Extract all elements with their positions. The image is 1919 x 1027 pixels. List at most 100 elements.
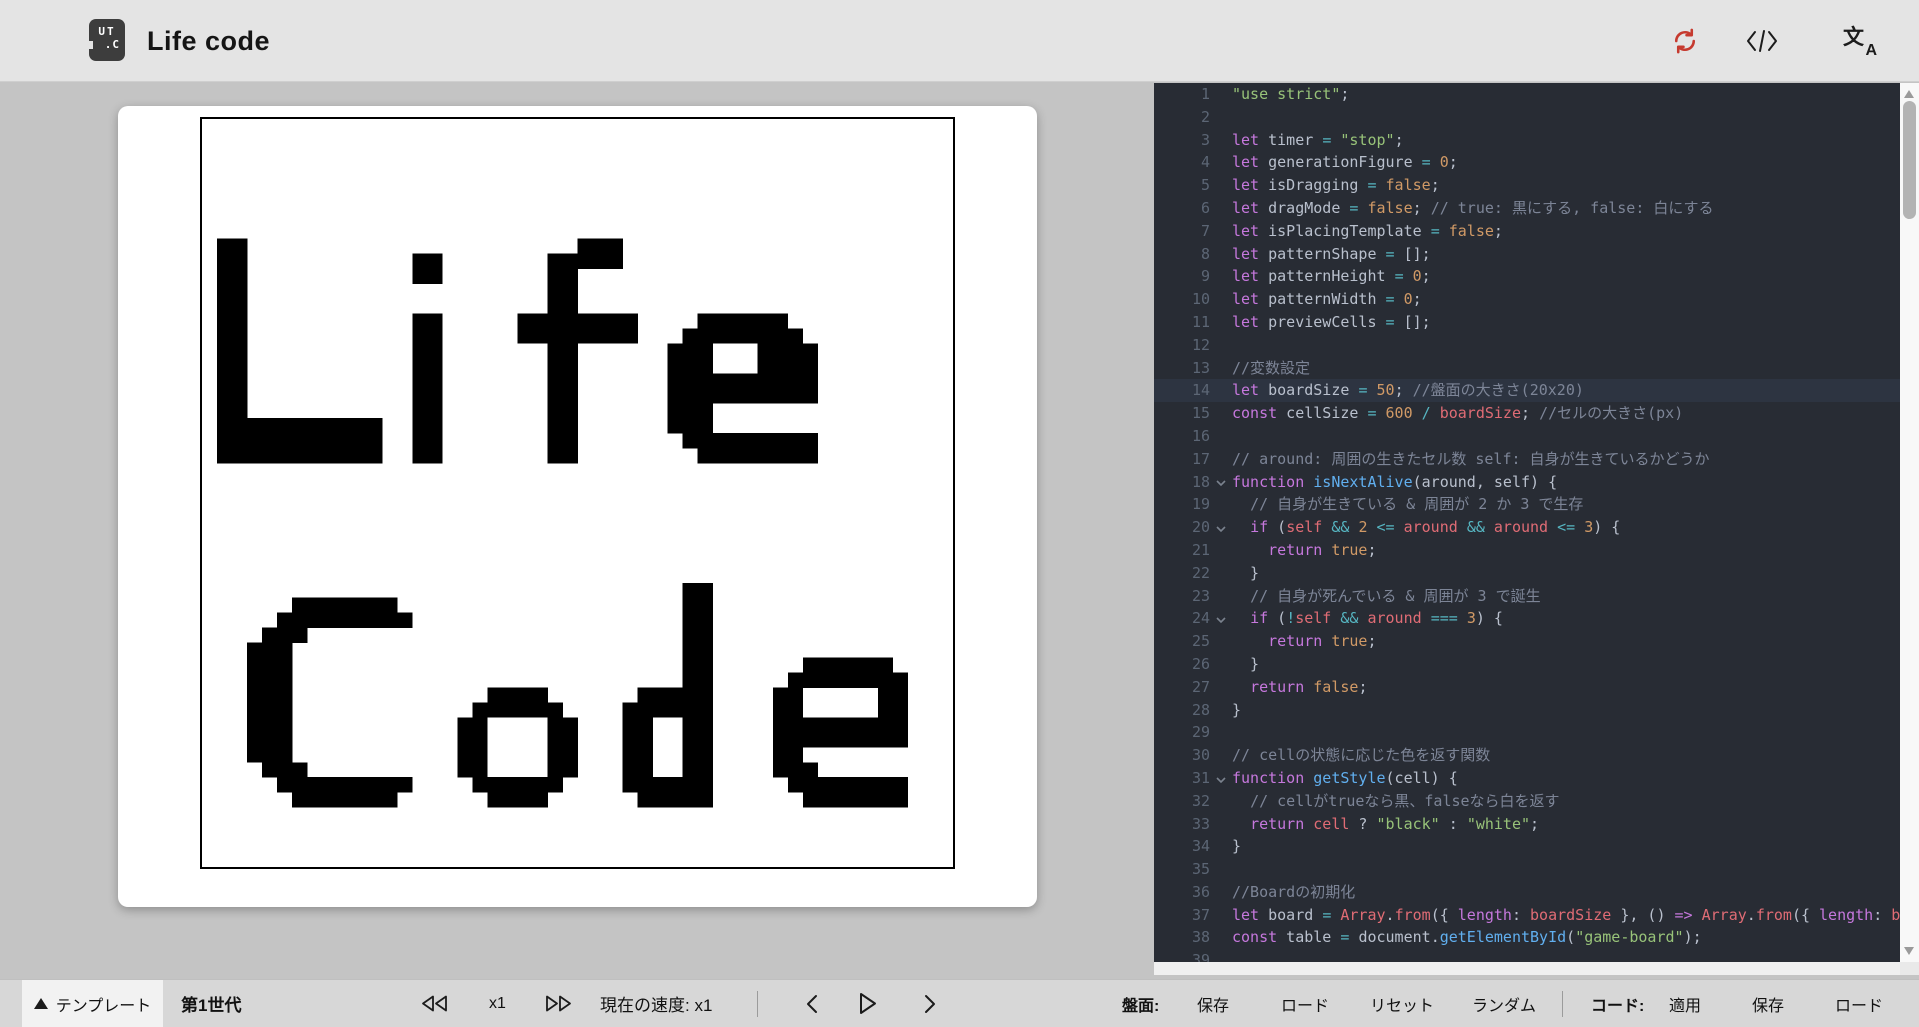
speed-x1-button[interactable]: x1 [489, 980, 506, 1027]
scroll-up-icon[interactable] [1904, 90, 1914, 98]
code-line[interactable]: 36//Boardの初期化 [1154, 881, 1900, 904]
code-line[interactable]: 25 return true; [1154, 630, 1900, 653]
code-line[interactable]: 35 [1154, 858, 1900, 881]
line-number: 32 [1154, 790, 1210, 813]
code-line[interactable]: 26 } [1154, 653, 1900, 676]
code-text [1232, 334, 1900, 357]
board-save-button[interactable]: 保存 [1197, 980, 1229, 1027]
editor-horizontal-scrollbar[interactable] [1154, 962, 1900, 975]
play-button[interactable] [858, 980, 878, 1027]
fold-chevron-icon[interactable] [1210, 607, 1232, 630]
code-save-button[interactable]: 保存 [1752, 980, 1784, 1027]
template-button[interactable]: テンプレート [22, 980, 163, 1027]
code-line[interactable]: 21 return true; [1154, 539, 1900, 562]
prev-generation-button[interactable] [806, 980, 818, 1027]
fold-gutter [1210, 265, 1232, 288]
code-icon[interactable] [1745, 0, 1779, 82]
line-number: 36 [1154, 881, 1210, 904]
code-line[interactable]: 28} [1154, 699, 1900, 722]
board-load-button[interactable]: ロード [1281, 980, 1329, 1027]
code-lines[interactable]: 1"use strict";23let timer = "stop";4let … [1154, 83, 1900, 972]
rewind-button[interactable] [421, 980, 448, 1027]
code-line[interactable]: 3let timer = "stop"; [1154, 129, 1900, 152]
board-reset-button[interactable]: リセット [1370, 980, 1434, 1027]
line-number: 5 [1154, 174, 1210, 197]
editor-vertical-scrollbar[interactable] [1900, 83, 1919, 962]
code-line[interactable]: 13//変数設定 [1154, 357, 1900, 380]
vertical-scrollbar-thumb[interactable] [1903, 101, 1916, 219]
fold-gutter [1210, 539, 1232, 562]
code-load-button[interactable]: ロード [1835, 980, 1883, 1027]
code-apply-button[interactable]: 適用 [1669, 980, 1701, 1027]
fold-gutter [1210, 744, 1232, 767]
code-line[interactable]: 22 } [1154, 562, 1900, 585]
line-number: 35 [1154, 858, 1210, 881]
code-text: let board = Array.from({ length: boardSi… [1232, 904, 1900, 927]
code-line[interactable]: 16 [1154, 425, 1900, 448]
code-line[interactable]: 9let patternHeight = 0; [1154, 265, 1900, 288]
fold-gutter [1210, 904, 1232, 927]
code-line[interactable]: 14let boardSize = 50; //盤面の大きさ(20x20) [1154, 379, 1900, 402]
code-line[interactable]: 18function isNextAlive(around, self) { [1154, 471, 1900, 494]
line-number: 10 [1154, 288, 1210, 311]
code-text: if (self && 2 <= around && around <= 3) … [1232, 516, 1900, 539]
fold-gutter [1210, 813, 1232, 836]
fold-chevron-icon[interactable] [1210, 767, 1232, 790]
code-line[interactable]: 34} [1154, 835, 1900, 858]
translate-icon[interactable]: 文 A [1843, 0, 1877, 82]
code-line[interactable]: 31function getStyle(cell) { [1154, 767, 1900, 790]
line-number: 30 [1154, 744, 1210, 767]
code-line[interactable]: 6let dragMode = false; // true: 黒にする, fa… [1154, 197, 1900, 220]
code-line[interactable]: 30 // cellの状態に応じた色を返す関数 [1154, 744, 1900, 767]
toolbar-divider [757, 991, 758, 1017]
code-line[interactable]: 1"use strict"; [1154, 83, 1900, 106]
code-editor-panel[interactable]: 1"use strict";23let timer = "stop";4let … [1154, 83, 1919, 975]
code-line[interactable]: 12 [1154, 334, 1900, 357]
code-line[interactable]: 10 let patternWidth = 0; [1154, 288, 1900, 311]
code-line[interactable]: 4let generationFigure = 0; [1154, 151, 1900, 174]
refresh-icon[interactable] [1671, 0, 1699, 82]
line-number: 31 [1154, 767, 1210, 790]
code-line[interactable]: 32 // cellがtrueなら黒、falseなら白を返す [1154, 790, 1900, 813]
code-text: let isPlacingTemplate = false; [1232, 220, 1900, 243]
code-line[interactable]: 11let previewCells = []; [1154, 311, 1900, 334]
line-number: 7 [1154, 220, 1210, 243]
code-text: // cellがtrueなら黒、falseなら白を返す [1232, 790, 1900, 813]
code-line[interactable]: 24 if (!self && around === 3) { [1154, 607, 1900, 630]
fold-gutter [1210, 721, 1232, 744]
code-line[interactable]: 5let isDragging = false; [1154, 174, 1900, 197]
line-number: 38 [1154, 926, 1210, 949]
code-text: // cellの状態に応じた色を返す関数 [1232, 744, 1900, 767]
scroll-down-icon[interactable] [1904, 947, 1914, 955]
code-line[interactable]: 19 // 自身が生きている & 周囲が 2 か 3 で生存 [1154, 493, 1900, 516]
code-text: let dragMode = false; // true: 黒にする, fal… [1232, 197, 1900, 220]
fold-chevron-icon[interactable] [1210, 471, 1232, 494]
line-number: 8 [1154, 243, 1210, 266]
code-line[interactable]: 27 return false; [1154, 676, 1900, 699]
code-line[interactable]: 7 let isPlacingTemplate = false; [1154, 220, 1900, 243]
code-text: let patternWidth = 0; [1232, 288, 1900, 311]
next-generation-button[interactable] [924, 980, 936, 1027]
fast-forward-button[interactable] [545, 980, 572, 1027]
code-text: function isNextAlive(around, self) { [1232, 471, 1900, 494]
board-random-button[interactable]: ランダム [1472, 980, 1536, 1027]
code-line[interactable]: 20 if (self && 2 <= around && around <= … [1154, 516, 1900, 539]
code-line[interactable]: 2 [1154, 106, 1900, 129]
game-board[interactable] [200, 117, 955, 869]
code-line[interactable]: 33 return cell ? "black" : "white"; [1154, 813, 1900, 836]
current-speed-label: 現在の速度: x1 [600, 980, 712, 1027]
code-line[interactable]: 8let patternShape = []; [1154, 243, 1900, 266]
code-line[interactable]: 29 [1154, 721, 1900, 744]
line-number: 19 [1154, 493, 1210, 516]
code-line[interactable]: 38const table = document.getElementById(… [1154, 926, 1900, 949]
code-line[interactable]: 15const cellSize = 600 / boardSize; //セル… [1154, 402, 1900, 425]
fold-chevron-icon[interactable] [1210, 516, 1232, 539]
fold-gutter [1210, 220, 1232, 243]
life-grid[interactable] [202, 119, 953, 867]
line-number: 17 [1154, 448, 1210, 471]
code-line[interactable]: 37let board = Array.from({ length: board… [1154, 904, 1900, 927]
code-line[interactable]: 17// around: 周囲の生きたセル数 self: 自身が生きているかどう… [1154, 448, 1900, 471]
code-line[interactable]: 23 // 自身が死んでいる & 周囲が 3 で誕生 [1154, 585, 1900, 608]
fold-gutter [1210, 334, 1232, 357]
fast-forward-icon [545, 995, 572, 1012]
